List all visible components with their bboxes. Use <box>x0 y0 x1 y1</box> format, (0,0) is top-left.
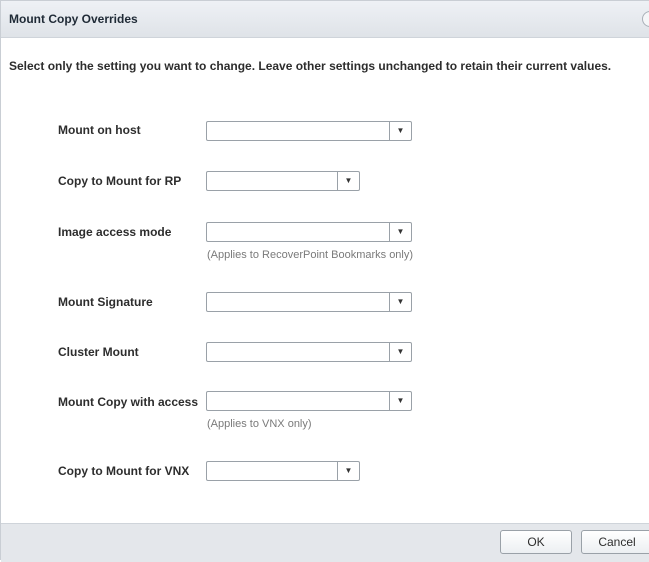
mount-copy-access-label: Mount Copy with access <box>58 395 199 409</box>
cancel-button[interactable]: Cancel <box>581 530 649 554</box>
mount-signature-select[interactable]: ▼ <box>206 292 412 312</box>
copy-to-mount-rp-select[interactable]: ▼ <box>206 171 360 191</box>
close-icon[interactable] <box>642 11 649 27</box>
mount-on-host-label: Mount on host <box>58 123 141 137</box>
image-access-mode-label: Image access mode <box>58 225 172 239</box>
dialog-titlebar: Mount Copy Overrides <box>1 1 649 38</box>
copy-to-mount-vnx-select[interactable]: ▼ <box>206 461 360 481</box>
ok-button[interactable]: OK <box>500 530 572 554</box>
copy-to-mount-vnx-label: Copy to Mount for VNX <box>58 464 190 478</box>
dialog-title: Mount Copy Overrides <box>9 12 138 26</box>
image-access-mode-select[interactable]: ▼ <box>206 222 412 242</box>
chevron-down-icon[interactable]: ▼ <box>389 223 411 241</box>
mount-copy-overrides-dialog: Mount Copy Overrides Select only the set… <box>0 0 649 562</box>
mount-on-host-select[interactable]: ▼ <box>206 121 412 141</box>
chevron-down-icon[interactable]: ▼ <box>337 172 359 190</box>
image-access-mode-hint: (Applies to RecoverPoint Bookmarks only) <box>207 249 414 261</box>
chevron-down-icon[interactable]: ▼ <box>389 343 411 361</box>
mount-signature-label: Mount Signature <box>58 295 153 309</box>
copy-to-mount-rp-label: Copy to Mount for RP <box>58 174 182 188</box>
instruction-text: Select only the setting you want to chan… <box>9 59 612 73</box>
chevron-down-icon[interactable]: ▼ <box>389 392 411 410</box>
cluster-mount-label: Cluster Mount <box>58 345 139 359</box>
cluster-mount-select[interactable]: ▼ <box>206 342 412 362</box>
chevron-down-icon[interactable]: ▼ <box>337 462 359 480</box>
chevron-down-icon[interactable]: ▼ <box>389 293 411 311</box>
mount-copy-access-select[interactable]: ▼ <box>206 391 412 411</box>
chevron-down-icon[interactable]: ▼ <box>389 122 411 140</box>
mount-copy-access-hint: (Applies to VNX only) <box>207 418 312 430</box>
